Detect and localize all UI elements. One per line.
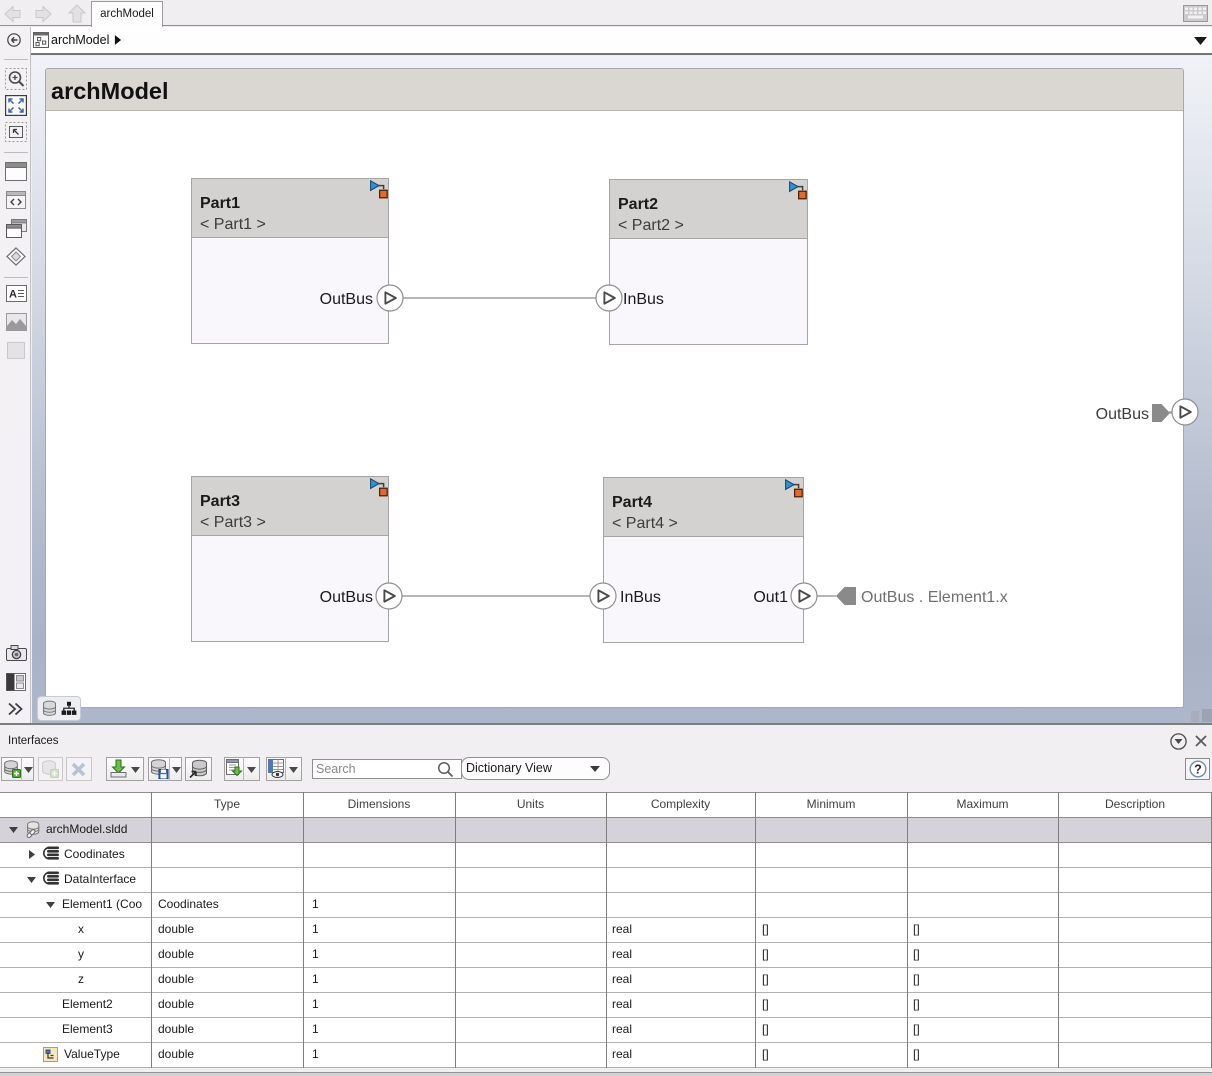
svg-text:OutBus: OutBus	[320, 291, 373, 308]
svg-text:OutBus . Element1.x: OutBus . Element1.x	[861, 589, 1008, 606]
svg-text:A: A	[9, 289, 17, 301]
svg-text:InBus: InBus	[623, 291, 664, 308]
svg-text:Out1: Out1	[753, 589, 788, 606]
svg-text:InBus: InBus	[620, 589, 661, 606]
svg-text:?: ?	[1194, 762, 1202, 776]
svg-text:OutBus: OutBus	[320, 589, 373, 606]
svg-text:OutBus: OutBus	[1096, 406, 1149, 423]
